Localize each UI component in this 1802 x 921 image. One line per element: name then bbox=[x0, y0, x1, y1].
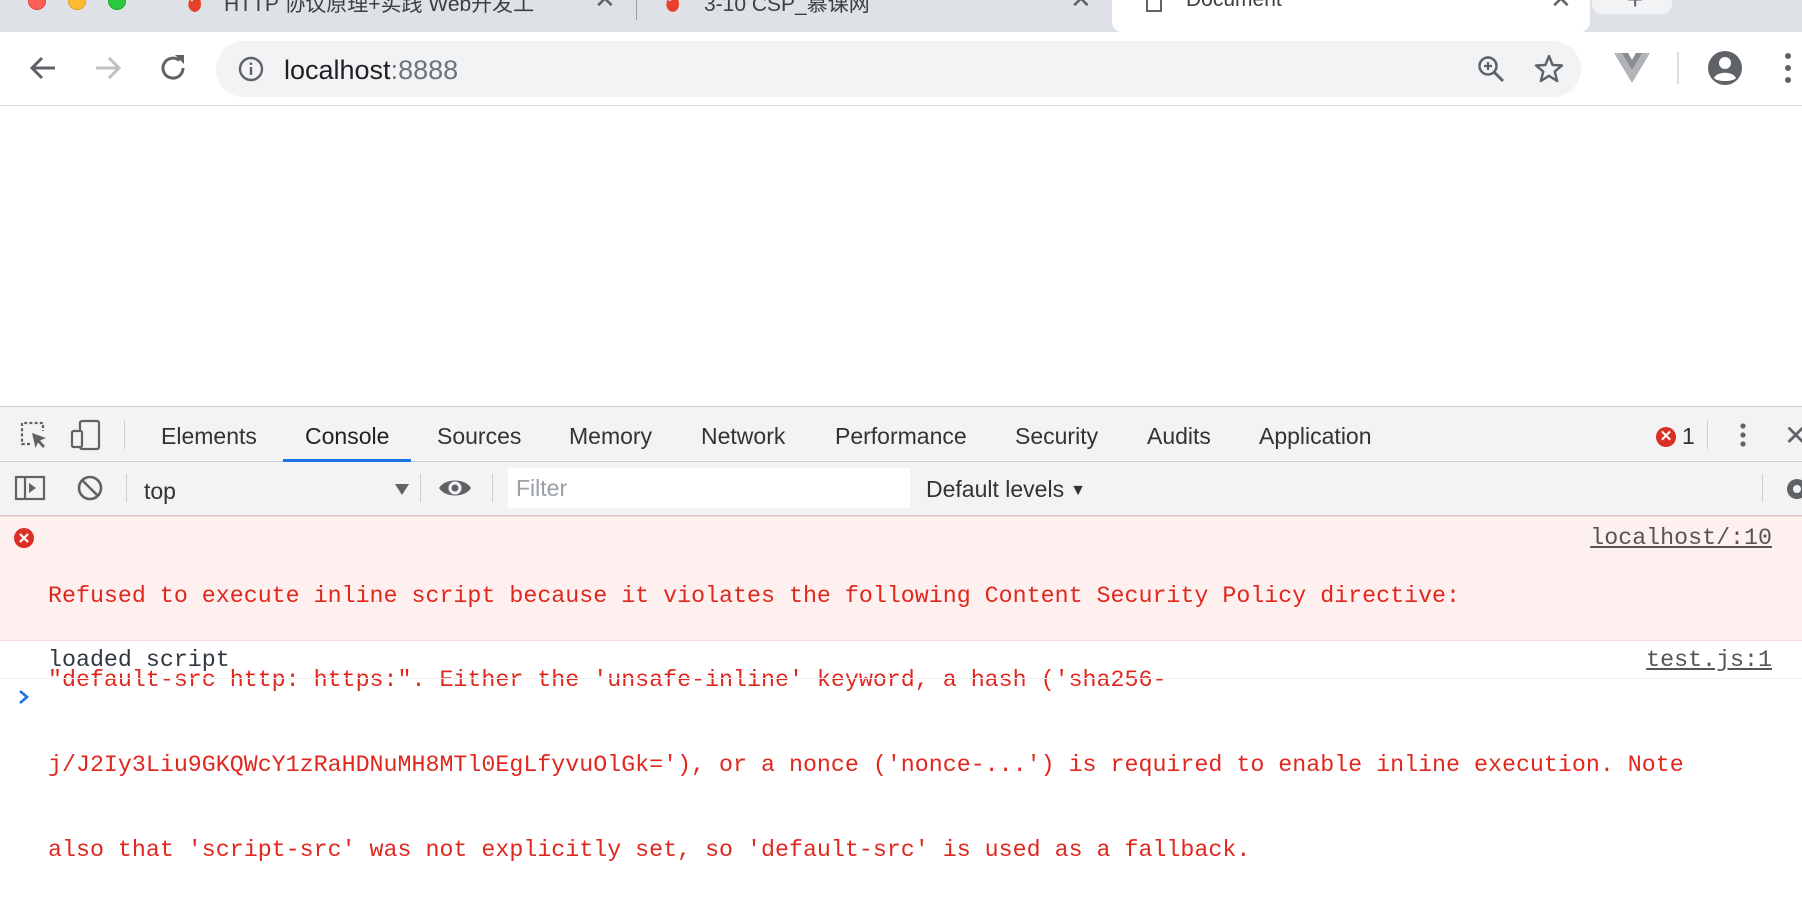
tab-strip: HTTP 协议原理+实践 Web开发工 ✕ 3-10 CSP_慕课网 ✕ Doc… bbox=[0, 0, 1802, 32]
devtools-divider bbox=[1707, 421, 1708, 449]
devtools-tab-console[interactable]: Console bbox=[283, 407, 412, 462]
url-host: localhost bbox=[284, 55, 391, 85]
star-icon[interactable] bbox=[1533, 53, 1565, 85]
log-levels-dropdown[interactable]: Default levels ▼ bbox=[926, 476, 1086, 503]
devtools-tab-performance[interactable]: Performance bbox=[835, 407, 967, 462]
tab-close-icon[interactable]: ✕ bbox=[1070, 0, 1092, 12]
devtools-tab-memory[interactable]: Memory bbox=[569, 407, 652, 462]
console-filter-input[interactable] bbox=[508, 468, 910, 508]
console-messages: Refused to execute inline script because… bbox=[0, 516, 1802, 863]
device-toolbar-icon[interactable] bbox=[70, 419, 102, 451]
window-zoom-button[interactable] bbox=[108, 0, 126, 10]
forward-button[interactable] bbox=[90, 50, 126, 86]
url-text[interactable]: localhost:8888 bbox=[284, 55, 458, 86]
reload-icon bbox=[161, 55, 185, 80]
chevron-down-icon: ▼ bbox=[1070, 482, 1086, 499]
context-value: top bbox=[144, 478, 176, 504]
reload-button[interactable] bbox=[155, 50, 191, 86]
chevron-down-icon bbox=[395, 484, 409, 495]
inspect-element-icon[interactable] bbox=[18, 419, 50, 451]
window-close-button[interactable] bbox=[28, 0, 46, 10]
error-x-icon bbox=[14, 528, 34, 548]
console-error-message: Refused to execute inline script because… bbox=[0, 516, 1802, 863]
info-icon[interactable] bbox=[238, 56, 264, 82]
browser-toolbar: localhost:8888 bbox=[0, 32, 1802, 106]
close-devtools-icon[interactable]: ✕ bbox=[1784, 419, 1802, 452]
console-prompt[interactable] bbox=[0, 679, 1802, 719]
error-count-badge[interactable]: ✕ 1 bbox=[1656, 423, 1695, 450]
new-tab-button[interactable]: + bbox=[1592, 0, 1672, 16]
console-sidebar-icon[interactable] bbox=[14, 472, 46, 504]
devtools-tab-network[interactable]: Network bbox=[701, 407, 785, 462]
devtools-divider bbox=[420, 474, 421, 502]
error-line: j/J2Iy3Liu9GKQWcY1zRaHDNuMH8MTl0EgLfyvuO… bbox=[48, 752, 1684, 779]
page-viewport bbox=[0, 106, 1802, 406]
chevron-right-icon bbox=[19, 690, 29, 704]
devtools-divider bbox=[1762, 474, 1763, 502]
devtools-divider bbox=[492, 474, 493, 502]
back-button[interactable] bbox=[25, 50, 61, 86]
window-minimize-button[interactable] bbox=[68, 0, 86, 10]
devtools-divider bbox=[124, 421, 125, 449]
devtools-panel: Elements Console Sources Memory Network … bbox=[0, 406, 1802, 864]
arrow-left-icon bbox=[29, 56, 55, 80]
tab-close-icon[interactable]: ✕ bbox=[1550, 0, 1572, 12]
clear-console-icon[interactable] bbox=[74, 472, 106, 504]
error-source-link[interactable]: localhost/:10 bbox=[1590, 525, 1772, 551]
log-source-link[interactable]: test.js:1 bbox=[1646, 647, 1772, 673]
console-log-message: loaded script test.js:1 bbox=[0, 641, 1802, 679]
tab-close-icon[interactable]: ✕ bbox=[594, 0, 616, 12]
error-count: 1 bbox=[1682, 423, 1695, 449]
toolbar-divider bbox=[1677, 52, 1679, 84]
browser-tab-3-active[interactable]: Document ✕ bbox=[1112, 0, 1590, 32]
document-favicon-icon bbox=[1146, 0, 1162, 12]
flame-favicon-icon bbox=[188, 0, 201, 12]
log-text: loaded script bbox=[48, 647, 230, 673]
browser-tab-1[interactable]: HTTP 协议原理+实践 Web开发工 ✕ bbox=[176, 0, 636, 32]
account-circle-icon[interactable] bbox=[1707, 50, 1743, 86]
console-filter-bar: top Default levels ▼ bbox=[0, 462, 1802, 516]
tab-title: HTTP 协议原理+实践 Web开发工 bbox=[224, 0, 535, 16]
tab-title: 3-10 CSP_慕课网 bbox=[704, 0, 870, 16]
plus-icon: + bbox=[1627, 0, 1643, 16]
error-line: Refused to execute inline script because… bbox=[48, 582, 1461, 609]
execution-context-select[interactable]: top bbox=[126, 470, 416, 508]
flame-favicon-icon bbox=[666, 0, 679, 12]
url-port: :8888 bbox=[390, 55, 459, 85]
zoom-in-icon[interactable] bbox=[1477, 55, 1505, 83]
devtools-tab-sources[interactable]: Sources bbox=[437, 407, 521, 462]
devtools-tab-bar: Elements Console Sources Memory Network … bbox=[0, 407, 1802, 462]
vue-devtools-icon[interactable] bbox=[1614, 52, 1650, 84]
more-vert-icon[interactable] bbox=[1735, 419, 1751, 451]
gear-icon[interactable] bbox=[1782, 474, 1802, 504]
arrow-right-icon bbox=[96, 56, 122, 80]
devtools-tab-security[interactable]: Security bbox=[1015, 407, 1098, 462]
error-x-icon: ✕ bbox=[1656, 426, 1676, 447]
tab-divider bbox=[636, 0, 637, 20]
browser-tab-2[interactable]: 3-10 CSP_慕课网 ✕ bbox=[652, 0, 1112, 32]
error-line: also that 'script-src' was not explicitl… bbox=[48, 837, 1251, 864]
devtools-tab-elements[interactable]: Elements bbox=[161, 407, 257, 462]
error-text: Refused to execute inline script because… bbox=[48, 525, 1748, 921]
live-expression-eye-icon[interactable] bbox=[438, 476, 472, 500]
levels-label: Default levels bbox=[926, 476, 1065, 502]
omnibox[interactable]: localhost:8888 bbox=[216, 41, 1581, 97]
more-vert-icon[interactable] bbox=[1782, 50, 1794, 86]
devtools-tab-audits[interactable]: Audits bbox=[1147, 407, 1211, 462]
devtools-tab-application[interactable]: Application bbox=[1259, 407, 1372, 462]
tab-title: Document bbox=[1186, 0, 1486, 12]
